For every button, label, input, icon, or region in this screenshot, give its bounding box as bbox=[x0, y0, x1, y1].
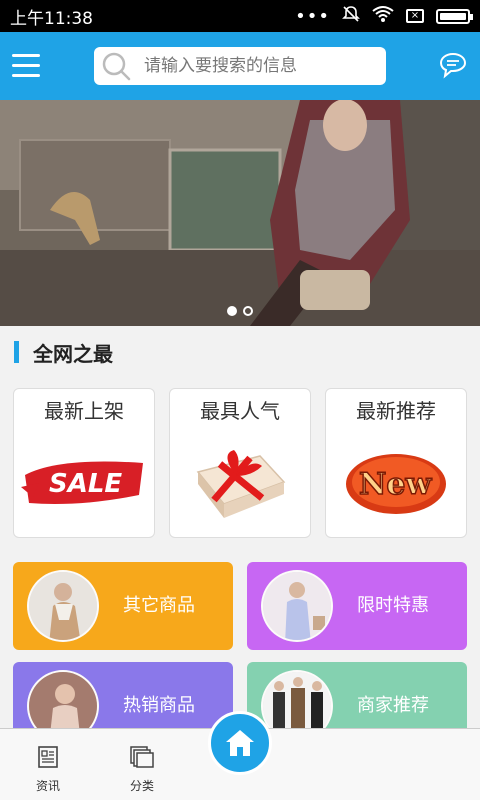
news-icon bbox=[38, 746, 58, 768]
hamburger-icon bbox=[12, 54, 40, 57]
search-input[interactable] bbox=[142, 55, 376, 77]
product-thumbnail bbox=[261, 570, 333, 642]
sale-tag-image: SALE bbox=[14, 437, 154, 527]
nav-item-category[interactable]: 分类 bbox=[110, 745, 174, 794]
nav-item-news[interactable]: 资讯 bbox=[16, 745, 80, 794]
search-bar[interactable] bbox=[94, 47, 386, 85]
status-icons: ••• × bbox=[295, 5, 473, 28]
category-label: 其它商品 bbox=[123, 595, 195, 616]
status-bar: 上午11:38 ••• × bbox=[0, 0, 480, 32]
category-tile-other[interactable]: 其它商品 bbox=[13, 562, 233, 650]
category-icon bbox=[130, 746, 154, 768]
banner-pagination bbox=[0, 306, 480, 316]
wifi-icon bbox=[372, 5, 394, 28]
product-thumbnail bbox=[27, 570, 99, 642]
app-header bbox=[0, 32, 480, 100]
feature-card-popular[interactable]: 最具人气 bbox=[169, 388, 311, 538]
mute-icon bbox=[342, 5, 360, 28]
home-button[interactable] bbox=[208, 711, 272, 775]
gift-box-icon bbox=[170, 437, 310, 527]
section-title: 全网之最 bbox=[33, 341, 113, 366]
nav-label: 分类 bbox=[129, 779, 154, 793]
section-accent-bar bbox=[14, 341, 19, 363]
sale-art-text: SALE bbox=[49, 469, 122, 499]
chat-bubble-icon bbox=[439, 52, 467, 79]
dots-icon: ••• bbox=[295, 5, 330, 27]
category-label: 限时特惠 bbox=[357, 595, 429, 616]
feature-card-label: 最新上架 bbox=[44, 399, 124, 423]
feature-cards: 最新上架 SALE 最具人气 最新推荐 New bbox=[13, 388, 467, 538]
status-time: 上午11:38 bbox=[10, 8, 93, 29]
promo-banner[interactable] bbox=[0, 100, 480, 326]
banner-photo bbox=[0, 100, 480, 326]
home-icon bbox=[226, 730, 254, 756]
category-tile-flash-sale[interactable]: 限时特惠 bbox=[247, 562, 467, 650]
sim-box-icon: × bbox=[406, 9, 424, 23]
feature-card-recommend[interactable]: 最新推荐 New bbox=[325, 388, 467, 538]
menu-button[interactable] bbox=[12, 52, 42, 78]
banner-dot-1[interactable] bbox=[227, 306, 237, 316]
nav-label: 资讯 bbox=[35, 779, 60, 793]
message-button[interactable] bbox=[438, 50, 468, 80]
section-header: 全网之最 bbox=[0, 326, 480, 378]
new-badge-image: New bbox=[326, 437, 466, 527]
feature-card-label: 最新推荐 bbox=[356, 399, 436, 423]
feature-card-label: 最具人气 bbox=[200, 399, 280, 423]
feature-card-newest[interactable]: 最新上架 SALE bbox=[13, 388, 155, 538]
battery-icon bbox=[436, 8, 473, 24]
banner-dot-2[interactable] bbox=[243, 306, 253, 316]
new-art-text: New bbox=[359, 467, 433, 502]
search-icon bbox=[102, 52, 131, 81]
